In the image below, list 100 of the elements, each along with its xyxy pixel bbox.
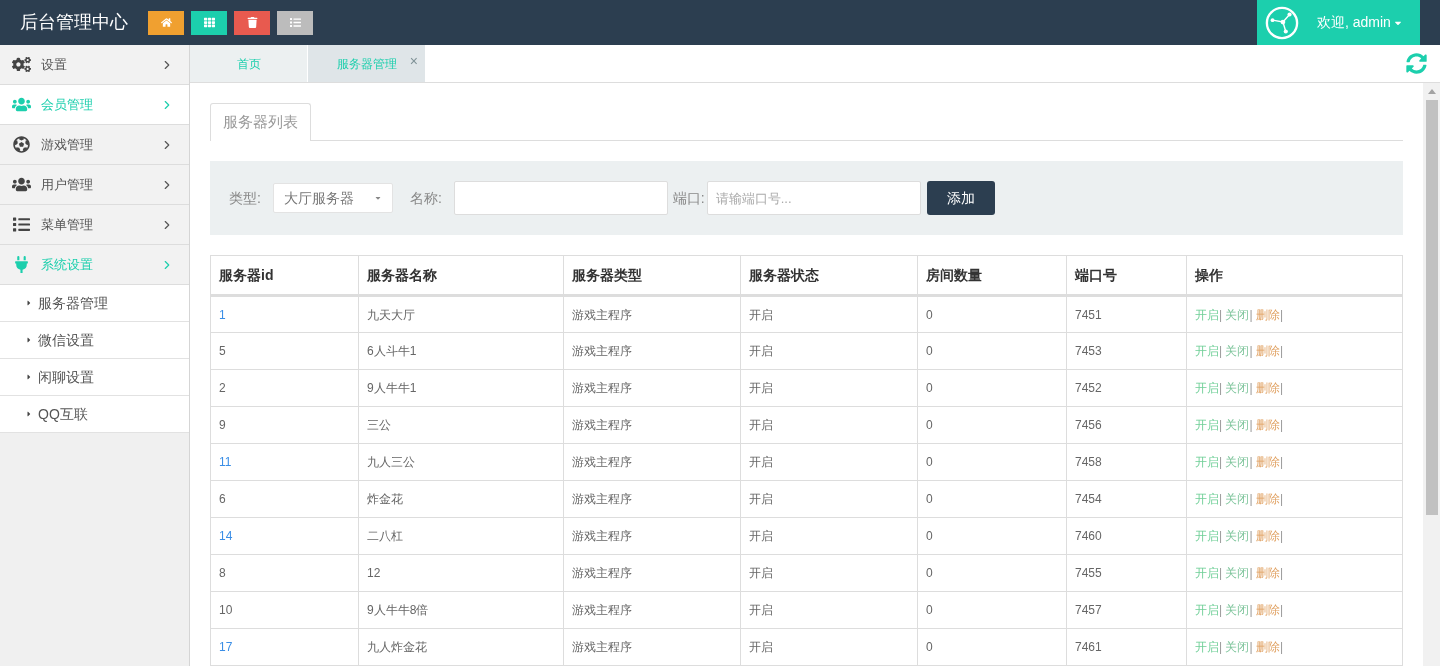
action-link[interactable]: 关闭 <box>1225 492 1250 506</box>
home-button[interactable] <box>148 10 184 35</box>
action-link[interactable]: 删除 <box>1255 455 1280 469</box>
trash-button[interactable] <box>234 10 270 35</box>
separator-text: | <box>1279 418 1284 432</box>
grid-icon <box>203 17 215 28</box>
plug-icon <box>12 256 31 273</box>
separator-text: | <box>1219 344 1223 358</box>
action-link[interactable]: 关闭 <box>1225 307 1250 322</box>
action-link[interactable]: 开启 <box>1195 344 1219 358</box>
separator-text: | <box>1219 307 1223 322</box>
add-button[interactable]: 添加 <box>926 181 995 215</box>
action-link[interactable]: 开启 <box>1195 307 1219 322</box>
separator-text: | <box>1279 566 1284 580</box>
table-cell: 游戏主程序 <box>563 369 741 407</box>
table-cell: 游戏主程序 <box>563 480 741 518</box>
action-link[interactable]: 关闭 <box>1225 455 1250 469</box>
caret-icon <box>25 373 33 381</box>
name-field[interactable] <box>453 181 668 215</box>
table-cell: 游戏主程序 <box>563 591 741 629</box>
action-link[interactable]: 开启 <box>1195 418 1219 432</box>
separator-text: | <box>1279 603 1284 617</box>
trash-icon <box>246 17 258 28</box>
action-link[interactable]: 删除 <box>1255 307 1280 322</box>
table-cell: 开启 <box>740 517 918 555</box>
column-header: 房间数量 <box>917 255 1067 296</box>
table-cell: 0 <box>917 554 1067 592</box>
separator-text: | <box>1219 603 1223 617</box>
action-link[interactable]: 关闭 <box>1225 418 1250 432</box>
table-cell: 9 <box>210 406 359 444</box>
table-cell: 1 <box>210 295 359 333</box>
action-link[interactable]: 开启 <box>1195 455 1219 469</box>
home-icon <box>160 17 172 28</box>
action-link[interactable]: 删除 <box>1255 344 1280 358</box>
action-link[interactable]: 开启 <box>1195 603 1219 617</box>
page-tab[interactable]: 首页 <box>190 45 308 82</box>
close-icon[interactable]: × <box>409 54 418 68</box>
separator-text: | <box>1219 529 1223 543</box>
table-cell: 0 <box>917 591 1067 629</box>
separator-text: | <box>1279 307 1284 322</box>
action-link[interactable]: 删除 <box>1255 381 1280 395</box>
panel-tab[interactable]: 服务器列表 <box>210 103 311 141</box>
action-link[interactable]: 删除 <box>1255 492 1280 506</box>
action-link[interactable]: 关闭 <box>1225 640 1250 654</box>
action-link[interactable]: 开启 <box>1195 566 1219 580</box>
table-cell: 0 <box>917 443 1067 481</box>
separator-text: | <box>1219 381 1223 395</box>
action-link[interactable]: 关闭 <box>1225 344 1250 358</box>
action-link[interactable]: 关闭 <box>1225 381 1250 395</box>
table-cell: 7455 <box>1066 554 1187 592</box>
grid-button[interactable] <box>191 10 227 35</box>
port-field[interactable]: 请输端口号... <box>706 181 921 215</box>
scrollbar-thumb[interactable] <box>1425 100 1438 515</box>
caret-icon <box>25 299 33 307</box>
table-cell: 游戏主程序 <box>563 406 741 444</box>
table-cell: 九人炸金花 <box>358 628 564 666</box>
table-cell: 开启 <box>740 443 918 481</box>
table-cell: 游戏主程序 <box>563 295 741 333</box>
column-header: 服务器类型 <box>563 255 741 296</box>
separator-text: | <box>1219 418 1223 432</box>
table-cell: 九天大厅 <box>358 295 564 333</box>
list-icon <box>289 17 301 28</box>
action-link[interactable]: 关闭 <box>1225 529 1250 543</box>
column-header: 服务器名称 <box>358 255 564 296</box>
table-cell: 游戏主程序 <box>563 517 741 555</box>
action-link[interactable]: 关闭 <box>1225 566 1250 580</box>
separator-text: | <box>1279 455 1284 469</box>
table-cell: 7458 <box>1066 443 1187 481</box>
caret-icon <box>25 336 33 344</box>
type-select[interactable]: 大厅服务器 <box>272 183 393 213</box>
user-menu[interactable]: 欢迎, admin <box>1257 0 1420 45</box>
separator-text: | <box>1279 640 1284 654</box>
action-link[interactable]: 关闭 <box>1225 603 1250 617</box>
sidebar-item[interactable]: 会员管理 <box>0 85 189 125</box>
action-link[interactable]: 开启 <box>1195 529 1219 543</box>
action-link[interactable]: 删除 <box>1255 640 1280 654</box>
action-link[interactable]: 删除 <box>1255 603 1280 617</box>
submenu-item[interactable]: 微信设置 <box>0 322 189 359</box>
action-link[interactable]: 删除 <box>1255 566 1280 580</box>
separator-text: | <box>1249 640 1253 654</box>
submenu-item[interactable]: 闲聊设置 <box>0 359 189 396</box>
action-link[interactable]: 开启 <box>1195 640 1219 654</box>
action-link[interactable]: 删除 <box>1255 529 1280 543</box>
gears-icon <box>12 56 31 73</box>
separator-text: | <box>1249 566 1253 580</box>
table-cell: 7460 <box>1066 517 1187 555</box>
table-cell: 6人斗牛1 <box>358 332 564 370</box>
table-cell: 10 <box>210 591 359 629</box>
table-cell: 开启 <box>740 480 918 518</box>
users-icon <box>12 176 31 193</box>
submenu-item[interactable]: QQ互联 <box>0 396 189 433</box>
page-tab[interactable]: 服务器管理 × <box>308 45 426 82</box>
submenu-item[interactable]: 服务器管理 <box>0 285 189 322</box>
action-link[interactable]: 删除 <box>1255 418 1280 432</box>
table-cell: 0 <box>917 480 1067 518</box>
action-link[interactable]: 开启 <box>1195 492 1219 506</box>
action-link[interactable]: 开启 <box>1195 381 1219 395</box>
table-cell: 开启 <box>740 369 918 407</box>
table-cell: 7451 <box>1066 295 1187 333</box>
list-button[interactable] <box>277 10 313 35</box>
